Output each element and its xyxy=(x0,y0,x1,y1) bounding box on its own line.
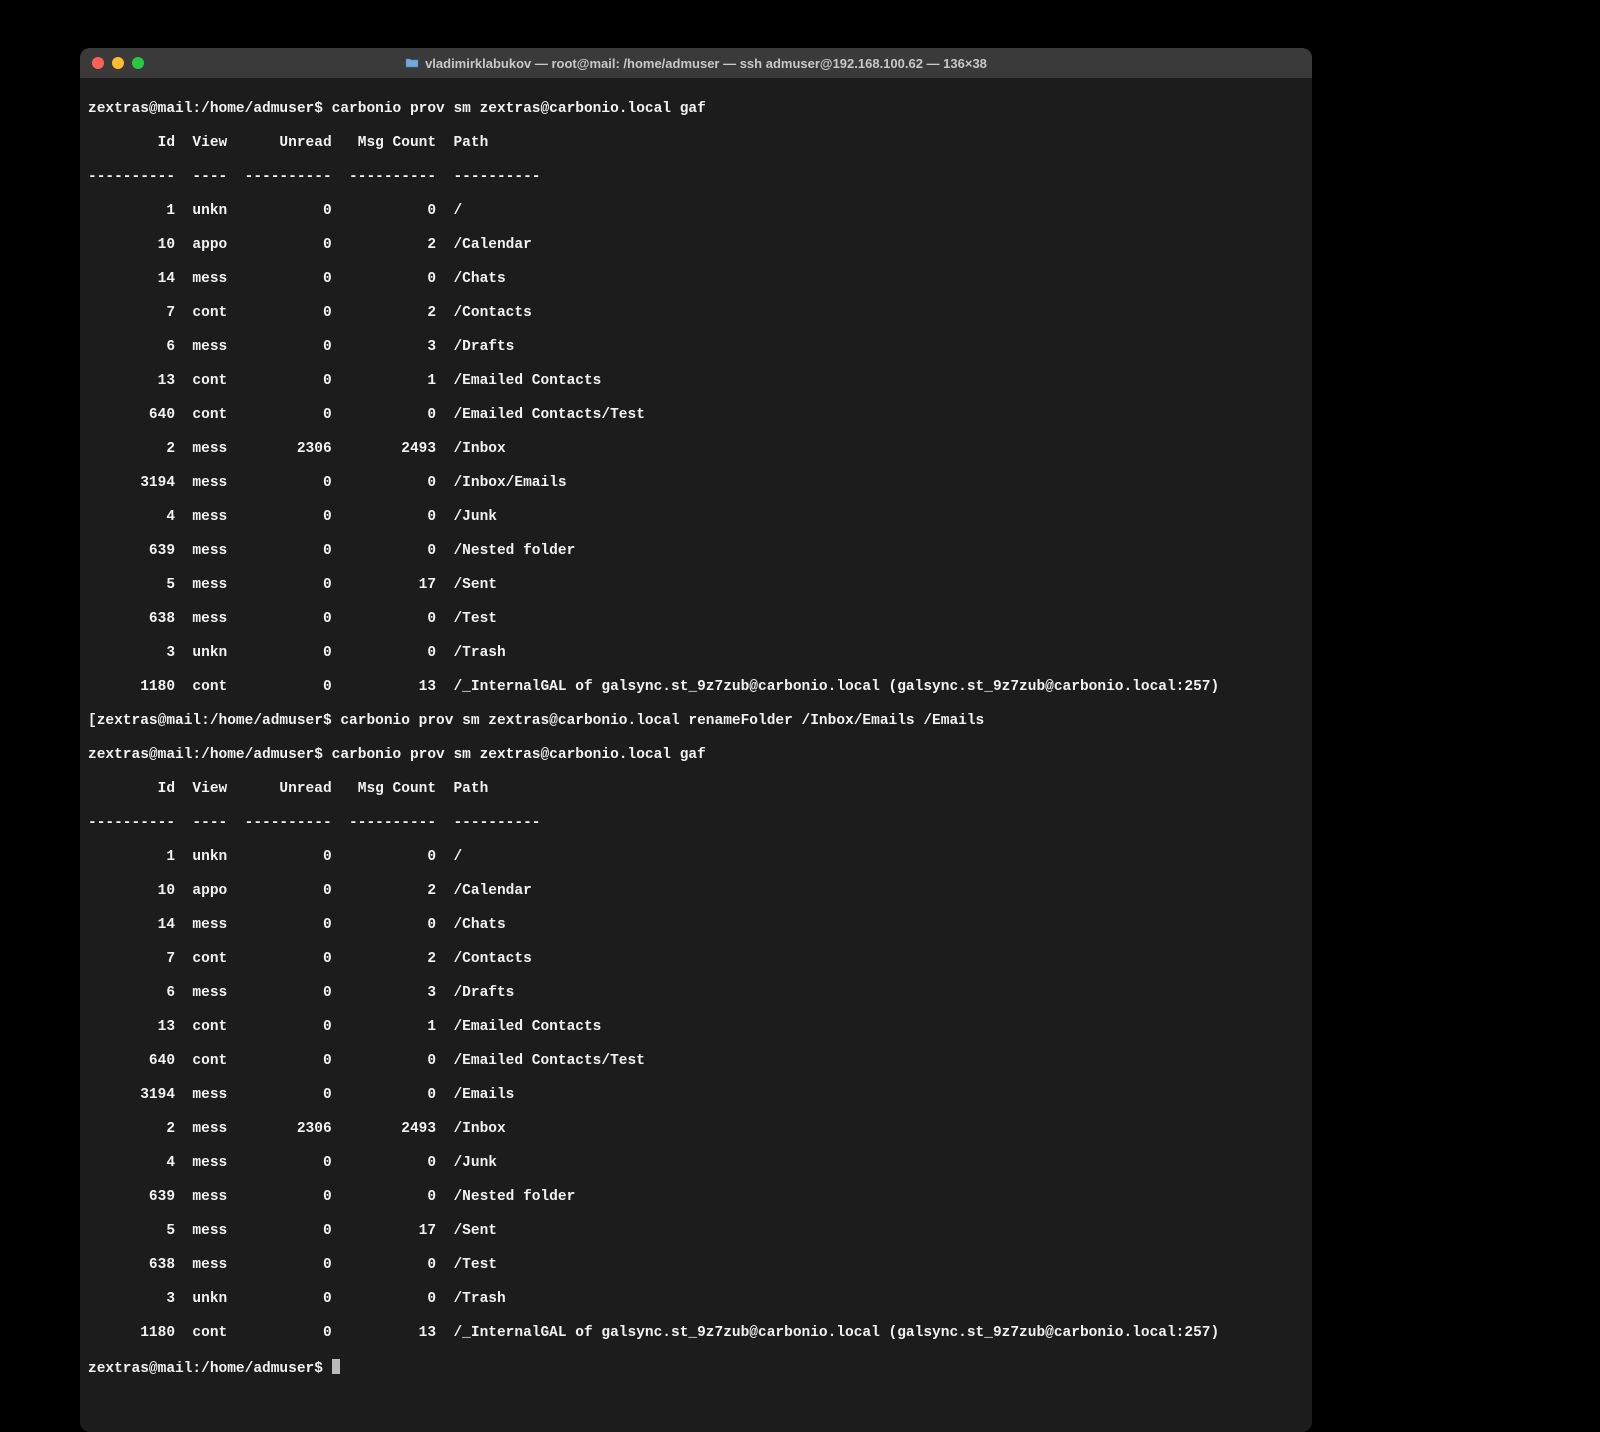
table-row: 3194 mess 0 0 /Inbox/Emails xyxy=(88,475,1304,492)
table-row: 5 mess 0 17 /Sent xyxy=(88,1223,1304,1240)
prompt: zextras@mail:/home/admuser$ xyxy=(88,101,332,117)
window-titlebar: vladimirklabukov — root@mail: /home/admu… xyxy=(80,48,1312,78)
command-line: zextras@mail:/home/admuser$ carbonio pro… xyxy=(88,747,1304,764)
table-row: 10 appo 0 2 /Calendar xyxy=(88,883,1304,900)
table-row: 3194 mess 0 0 /Emails xyxy=(88,1087,1304,1104)
table-row: 5 mess 0 17 /Sent xyxy=(88,577,1304,594)
table-row: 638 mess 0 0 /Test xyxy=(88,1257,1304,1274)
table-divider: ---------- ---- ---------- ---------- --… xyxy=(88,815,1304,832)
table-row: 7 cont 0 2 /Contacts xyxy=(88,951,1304,968)
table-row: 640 cont 0 0 /Emailed Contacts/Test xyxy=(88,407,1304,424)
table-row: 3 unkn 0 0 /Trash xyxy=(88,645,1304,662)
cursor xyxy=(332,1359,340,1374)
table-row: 638 mess 0 0 /Test xyxy=(88,611,1304,628)
command-line: zextras@mail:/home/admuser$ carbonio pro… xyxy=(88,101,1304,118)
command: carbonio prov sm zextras@carbonio.local … xyxy=(332,747,706,763)
folder-icon xyxy=(405,56,419,71)
command: carbonio prov sm zextras@carbonio.local … xyxy=(340,713,984,729)
prompt: zextras@mail:/home/admuser$ xyxy=(88,747,332,763)
table-header: Id View Unread Msg Count Path xyxy=(88,781,1304,798)
table-divider: ---------- ---- ---------- ---------- --… xyxy=(88,169,1304,186)
table-row: 639 mess 0 0 /Nested folder xyxy=(88,543,1304,560)
table-row: 639 mess 0 0 /Nested folder xyxy=(88,1189,1304,1206)
table-row: 4 mess 0 0 /Junk xyxy=(88,1155,1304,1172)
table-row: 1 unkn 0 0 / xyxy=(88,849,1304,866)
table-row: 1180 cont 0 13 /_InternalGAL of galsync.… xyxy=(88,679,1304,696)
table-row: 2 mess 2306 2493 /Inbox xyxy=(88,441,1304,458)
command: carbonio prov sm zextras@carbonio.local … xyxy=(332,101,706,117)
window-controls xyxy=(92,57,144,69)
table-row: 640 cont 0 0 /Emailed Contacts/Test xyxy=(88,1053,1304,1070)
table-row: 1180 cont 0 13 /_InternalGAL of galsync.… xyxy=(88,1325,1304,1342)
close-button[interactable] xyxy=(92,57,104,69)
terminal-window: vladimirklabukov — root@mail: /home/admu… xyxy=(80,48,1312,1432)
command-line: zextras@mail:/home/admuser$ xyxy=(88,1359,1304,1378)
prompt: [zextras@mail:/home/admuser$ xyxy=(88,713,340,729)
table-row: 14 mess 0 0 /Chats xyxy=(88,917,1304,934)
table-row: 6 mess 0 3 /Drafts xyxy=(88,339,1304,356)
table-row: 13 cont 0 1 /Emailed Contacts xyxy=(88,1019,1304,1036)
window-title: vladimirklabukov — root@mail: /home/admu… xyxy=(90,56,1302,71)
table-row: 4 mess 0 0 /Junk xyxy=(88,509,1304,526)
table-row: 6 mess 0 3 /Drafts xyxy=(88,985,1304,1002)
minimize-button[interactable] xyxy=(112,57,124,69)
window-title-text: vladimirklabukov — root@mail: /home/admu… xyxy=(425,56,987,71)
table-row: 1 unkn 0 0 / xyxy=(88,203,1304,220)
command-line: [zextras@mail:/home/admuser$ carbonio pr… xyxy=(88,713,1304,730)
table-header: Id View Unread Msg Count Path xyxy=(88,135,1304,152)
table-row: 2 mess 2306 2493 /Inbox xyxy=(88,1121,1304,1138)
zoom-button[interactable] xyxy=(132,57,144,69)
table-row: 10 appo 0 2 /Calendar xyxy=(88,237,1304,254)
prompt: zextras@mail:/home/admuser$ xyxy=(88,1361,332,1377)
table-row: 7 cont 0 2 /Contacts xyxy=(88,305,1304,322)
terminal-body[interactable]: zextras@mail:/home/admuser$ carbonio pro… xyxy=(80,78,1312,1432)
table-row: 14 mess 0 0 /Chats xyxy=(88,271,1304,288)
table-row: 3 unkn 0 0 /Trash xyxy=(88,1291,1304,1308)
table-row: 13 cont 0 1 /Emailed Contacts xyxy=(88,373,1304,390)
